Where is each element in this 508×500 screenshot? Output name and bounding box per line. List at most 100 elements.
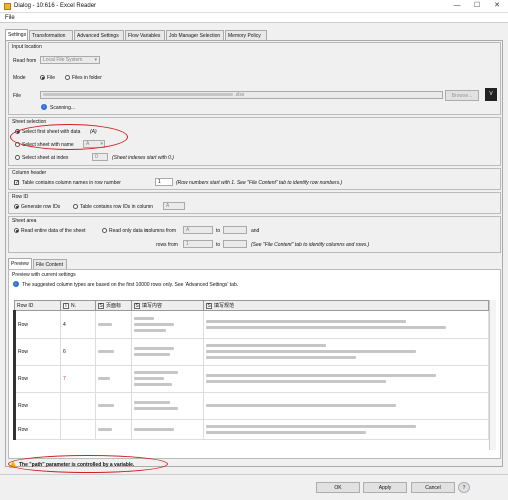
ok-button[interactable]: OK [316,482,360,493]
menu-bar: File [0,13,508,23]
column-header-row-spinner[interactable]: 1 [155,178,173,186]
table-cell [95,338,132,366]
tab-flow-variables[interactable]: Flow Variables [125,30,165,40]
sheet-area-hint: (See "File Content" tab to identify colu… [251,242,370,248]
column-header[interactable]: Row ID [14,300,61,311]
table-cell [95,310,132,339]
mode-folder-radio[interactable] [65,75,70,80]
columns-to-label: to [216,228,221,234]
table-row[interactable]: Row [13,392,489,420]
columns-to-field[interactable] [223,226,247,234]
mode-label: Mode [13,75,26,81]
cancel-button[interactable]: Cancel [411,482,455,493]
info-icon: i [41,104,47,110]
column-names-label: Table contains column names in row numbe… [22,180,121,186]
group-title: Input location [12,44,42,50]
read-entire-label: Read entire data of the sheet [21,228,86,234]
preview-title: Preview with current settings [12,272,76,278]
rows-to-field[interactable] [223,240,247,248]
row-id-cell: Row [13,419,61,440]
row-id-cell: Row [13,392,61,420]
sheet-index-spinner[interactable]: 0 [92,153,108,161]
table-cell [131,365,204,393]
settings-panel: Input location Read from Local File Syst… [5,40,503,473]
generate-row-ids-radio[interactable] [14,204,19,209]
app-icon [4,3,11,10]
preview-table[interactable]: Row ID I N. S 页面标 S 填写内容 S 填写规范 Row 4 Row [13,300,489,440]
read-from-select[interactable]: Local File System ▾ [40,56,100,64]
column-header-hint: (Row numbers start with 1. See "File Con… [176,180,343,186]
tab-memory-policy[interactable]: Memory Policy [225,30,267,40]
table-cell [203,365,489,393]
sheet-area-group: Sheet area Read entire data of the sheet… [8,216,501,253]
tab-file-content[interactable]: File Content [33,259,67,269]
sheet-index-hint: (Sheet indexes start with 0.) [112,155,174,161]
variable-icon[interactable]: V [485,88,497,101]
row-id-group: Row ID Generate row IDs Table contains r… [8,192,501,214]
table-cell: 6 [60,338,96,366]
mode-file-label: File [47,75,56,81]
string-type-icon: S [206,303,212,309]
row-id-column-select[interactable]: A [163,202,185,210]
columns-from-label: columns from [146,228,177,234]
maximize-button[interactable]: ☐ [468,1,486,11]
column-header[interactable]: S 页面标 [95,300,132,311]
column-header-group: Column header ✓ Table contains column na… [8,168,501,190]
preview-info-text: The suggested column types are based on … [22,282,239,288]
table-row[interactable]: Row 4 [13,310,489,339]
group-title: Row ID [12,194,29,200]
table-row[interactable]: Row [13,419,489,440]
file-path-field[interactable]: .xlsx [40,91,443,99]
table-cell [131,392,204,420]
row-id-cell: Row [13,365,61,393]
columns-from-field[interactable]: A [183,226,213,234]
mode-file-radio[interactable] [40,75,45,80]
browse-button[interactable]: Browse... [445,90,479,101]
input-location-group: Input location Read from Local File Syst… [8,42,501,115]
tab-settings[interactable]: Settings [5,29,28,40]
table-cell [131,310,204,339]
help-icon[interactable]: ? [458,482,470,493]
group-title: Column header [12,170,47,176]
close-button[interactable]: ✕ [488,1,506,11]
tab-job-manager-selection[interactable]: Job Manager Selection [166,30,224,40]
table-cell [203,338,489,366]
row-id-cell: Row [13,310,61,339]
apply-button[interactable]: Apply [363,482,407,493]
table-cell [95,392,132,420]
highlight-oval [10,124,128,150]
tab-preview[interactable]: Preview [8,258,32,269]
read-entire-radio[interactable] [14,228,19,233]
column-header[interactable]: I N. [60,300,96,311]
table-cell [203,419,489,440]
sheet-by-index-radio[interactable] [15,155,20,160]
highlight-oval [8,455,168,473]
mode-folder-label: Files in folder [72,75,102,81]
table-cell: 4 [60,310,96,339]
title-bar: Dialog - 10:616 - Excel Reader — ☐ ✕ [0,0,508,13]
column-header[interactable]: S 填写内容 [131,300,204,311]
and-label: and [251,228,260,234]
row-id-cell: Row [13,338,61,366]
table-row[interactable]: Row 7 [13,365,489,393]
info-icon: i [13,281,19,287]
rows-from-field[interactable]: 1 [183,240,213,248]
chevron-down-icon: ▾ [94,57,97,63]
menu-file[interactable]: File [5,15,15,21]
table-vertical-scrollbar[interactable] [489,300,496,450]
group-title: Sheet area [12,218,37,224]
tab-transformation[interactable]: Transformation [29,30,73,40]
column-header[interactable]: S 填写规范 [203,300,489,311]
table-cell [60,392,96,420]
read-only-radio[interactable] [102,228,107,233]
rows-from-label: rows from [156,242,178,248]
sheet-by-index-label: Select sheet at index [22,155,69,161]
generate-row-ids-label: Generate row IDs [21,204,61,210]
table-cell [95,365,132,393]
table-row[interactable]: Row 6 [13,338,489,366]
row-ids-column-radio[interactable] [73,204,78,209]
column-names-checkbox[interactable]: ✓ [14,180,19,186]
tab-advanced-settings[interactable]: Advanced Settings [74,30,124,40]
blurred-path [43,93,233,97]
minimize-button[interactable]: — [448,1,466,11]
